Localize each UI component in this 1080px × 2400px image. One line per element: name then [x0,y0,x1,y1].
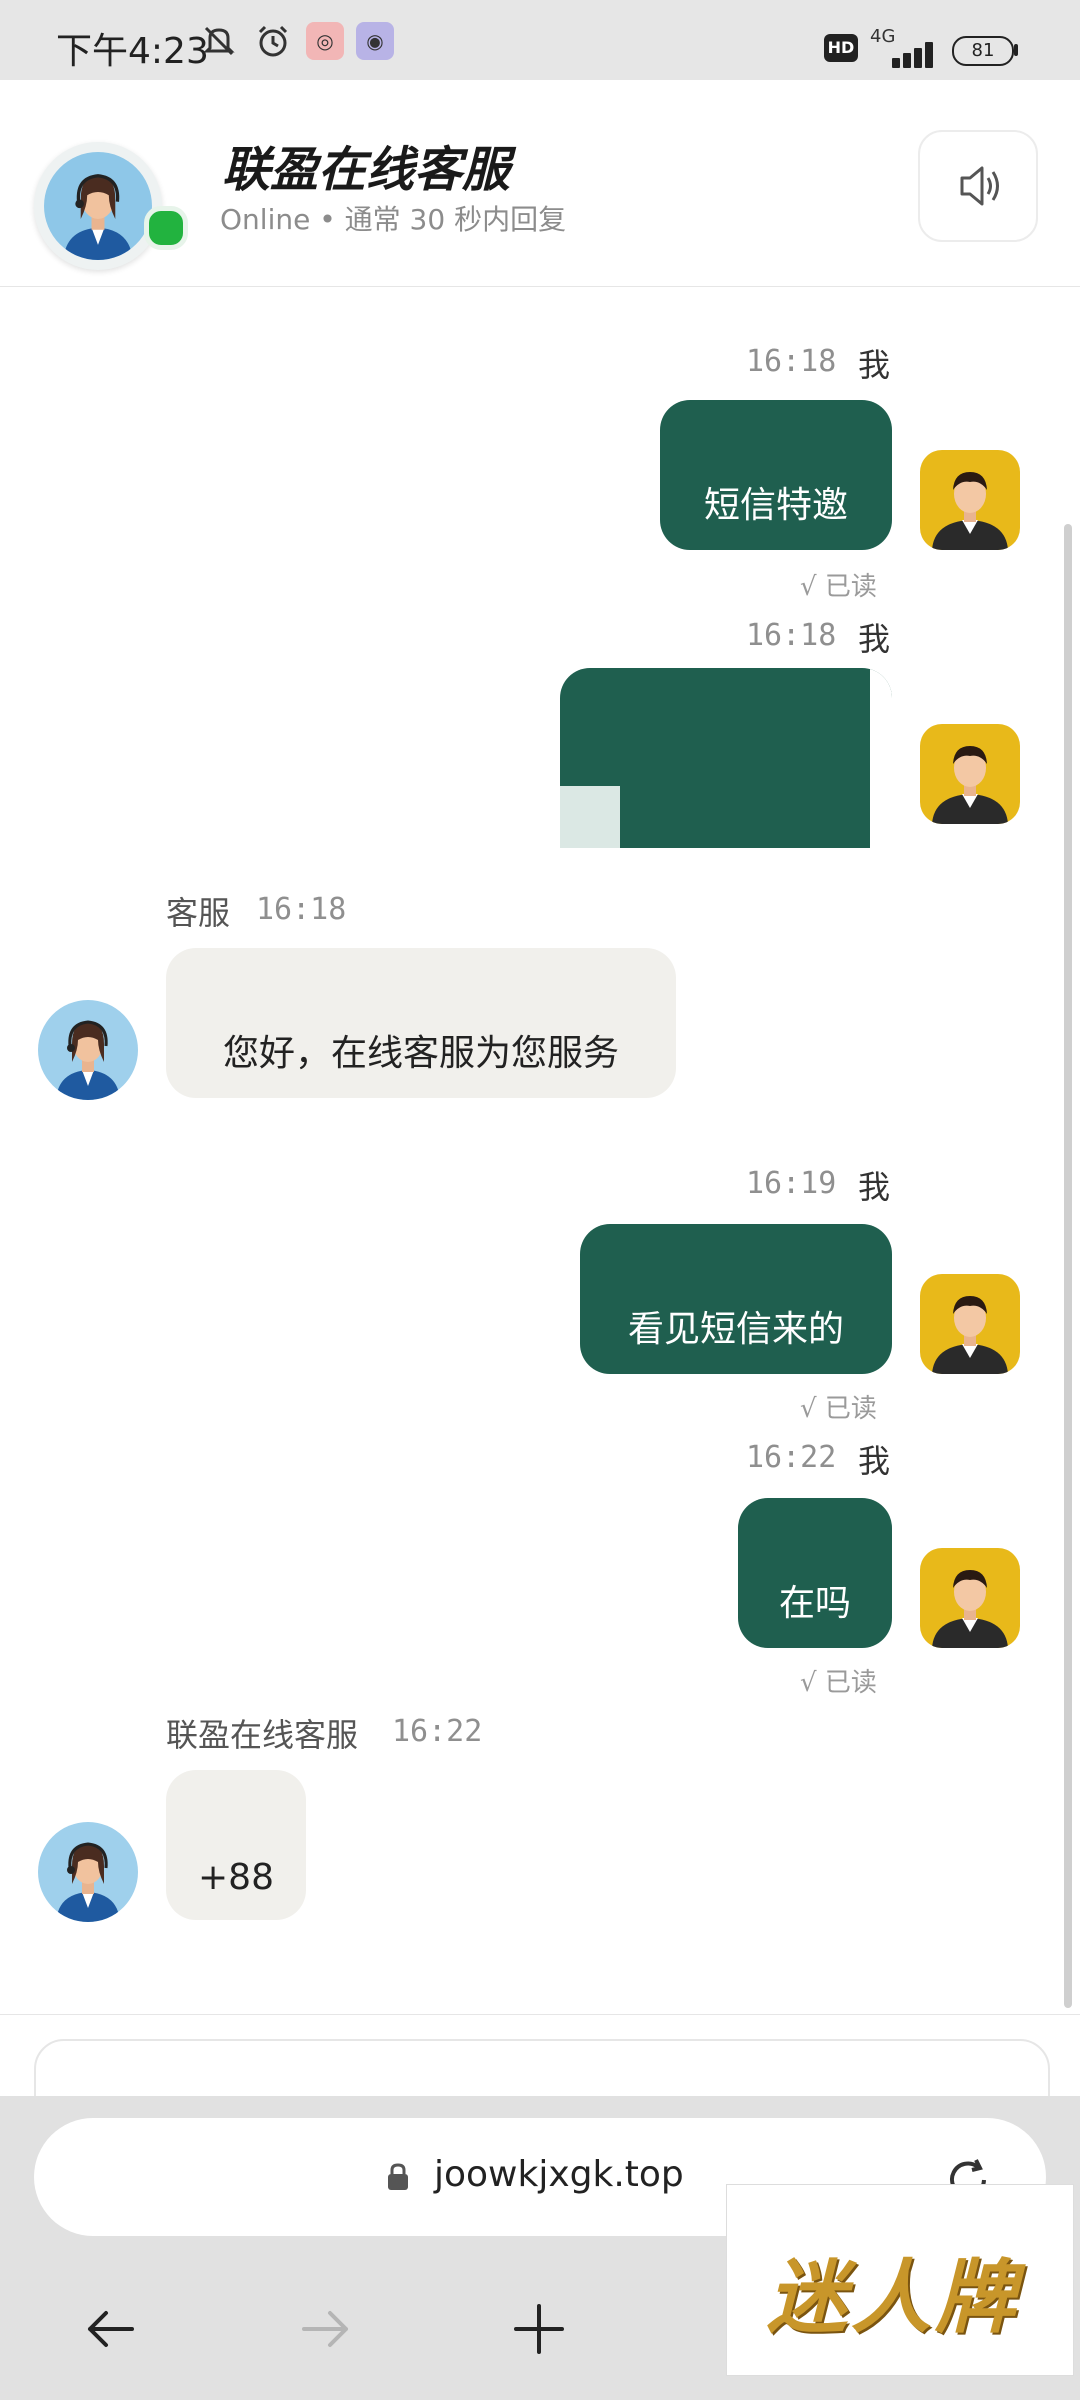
message-sender: 我 [858,346,891,384]
message-text: +88 [198,1857,274,1898]
arrow-left-icon [88,2311,134,2347]
image-message[interactable] [560,668,892,848]
read-receipt: √ 已读 [800,1668,877,1698]
arrow-right-icon [302,2311,348,2347]
message-time: 16:18 [746,344,837,379]
sound-toggle-button[interactable] [918,130,1038,242]
agent-avatar-icon [56,1020,120,1100]
message-text: 在吗 [778,1583,851,1624]
agent-avatar [38,1822,138,1922]
outgoing-message-bubble[interactable]: 在吗 [738,1498,892,1648]
my-avatar [920,724,1020,824]
browser-back-button[interactable] [66,2284,156,2374]
browser-forward-button[interactable] [280,2284,370,2374]
message-text: 看见短信来的 [627,1309,844,1350]
scrollbar[interactable] [1064,524,1072,2008]
incoming-message-bubble[interactable]: +88 [166,1770,306,1920]
message-time: 16:19 [746,1166,837,1201]
new-tab-button[interactable] [494,2284,584,2374]
chat-header: 联盈在线客服 Online • 通常 30 秒内回复 [0,80,1080,287]
message-time: 16:22 [746,1440,837,1475]
agent-avatar-icon [56,1842,120,1922]
message-sender: 我 [858,1168,891,1206]
user-avatar-icon [932,1296,1008,1374]
message-sender: 我 [858,620,891,658]
page-title: 联盈在线客服 [222,142,511,198]
agent-avatar-icon [63,174,133,260]
status-time: 下午4:23 [56,31,209,72]
incoming-message-bubble[interactable]: 您好，在线客服为您服务 [166,948,676,1098]
mute-bell-icon [200,22,238,60]
lock-icon [388,2163,408,2190]
signal-icon [870,38,936,68]
outgoing-message-bubble[interactable]: 看见短信来的 [580,1224,892,1374]
status-subtitle: Online • 通常 30 秒内回复 [220,203,567,236]
user-avatar-icon [932,1570,1008,1648]
battery-icon: 81 [952,36,1014,66]
message-time: 16:22 [392,1714,483,1749]
speaker-icon [960,166,999,206]
message-sender: 我 [858,1442,891,1480]
status-bar: 下午4:23 ◎ ◉ HD 4G 81 [0,0,1080,80]
watermark-overlay: 迷人牌 [726,2184,1074,2376]
agent-avatar-header [34,142,162,270]
app-notification-icon: ◉ [356,22,394,60]
my-avatar [920,450,1020,550]
outgoing-message-bubble[interactable]: 短信特邀 [660,400,892,550]
alarm-icon [254,22,292,60]
read-receipt: √ 已读 [800,572,877,602]
hd-voice-icon: HD [824,34,858,62]
message-text: 短信特邀 [703,485,848,526]
url-text: joowkjxgk.top [434,2154,684,2195]
watermark-text: 迷人牌 [767,2251,1019,2344]
message-input-area [0,2014,1080,2133]
message-sender: 联盈在线客服 [166,1716,359,1754]
image-fragment [870,668,892,848]
my-avatar [920,1274,1020,1374]
battery-tip [1014,44,1018,56]
user-avatar-icon [932,746,1008,824]
plus-icon [514,2304,564,2354]
message-text: 您好，在线客服为您服务 [222,1033,619,1074]
online-status-dot [144,206,188,250]
image-fragment [560,786,620,848]
message-sender: 客服 [166,894,231,932]
user-avatar-icon [932,472,1008,550]
app-notification-icon: ◎ [306,22,344,60]
read-receipt: √ 已读 [800,1394,877,1424]
agent-avatar [38,1000,138,1100]
message-time: 16:18 [746,618,837,653]
message-time: 16:18 [256,892,347,927]
my-avatar [920,1548,1020,1648]
